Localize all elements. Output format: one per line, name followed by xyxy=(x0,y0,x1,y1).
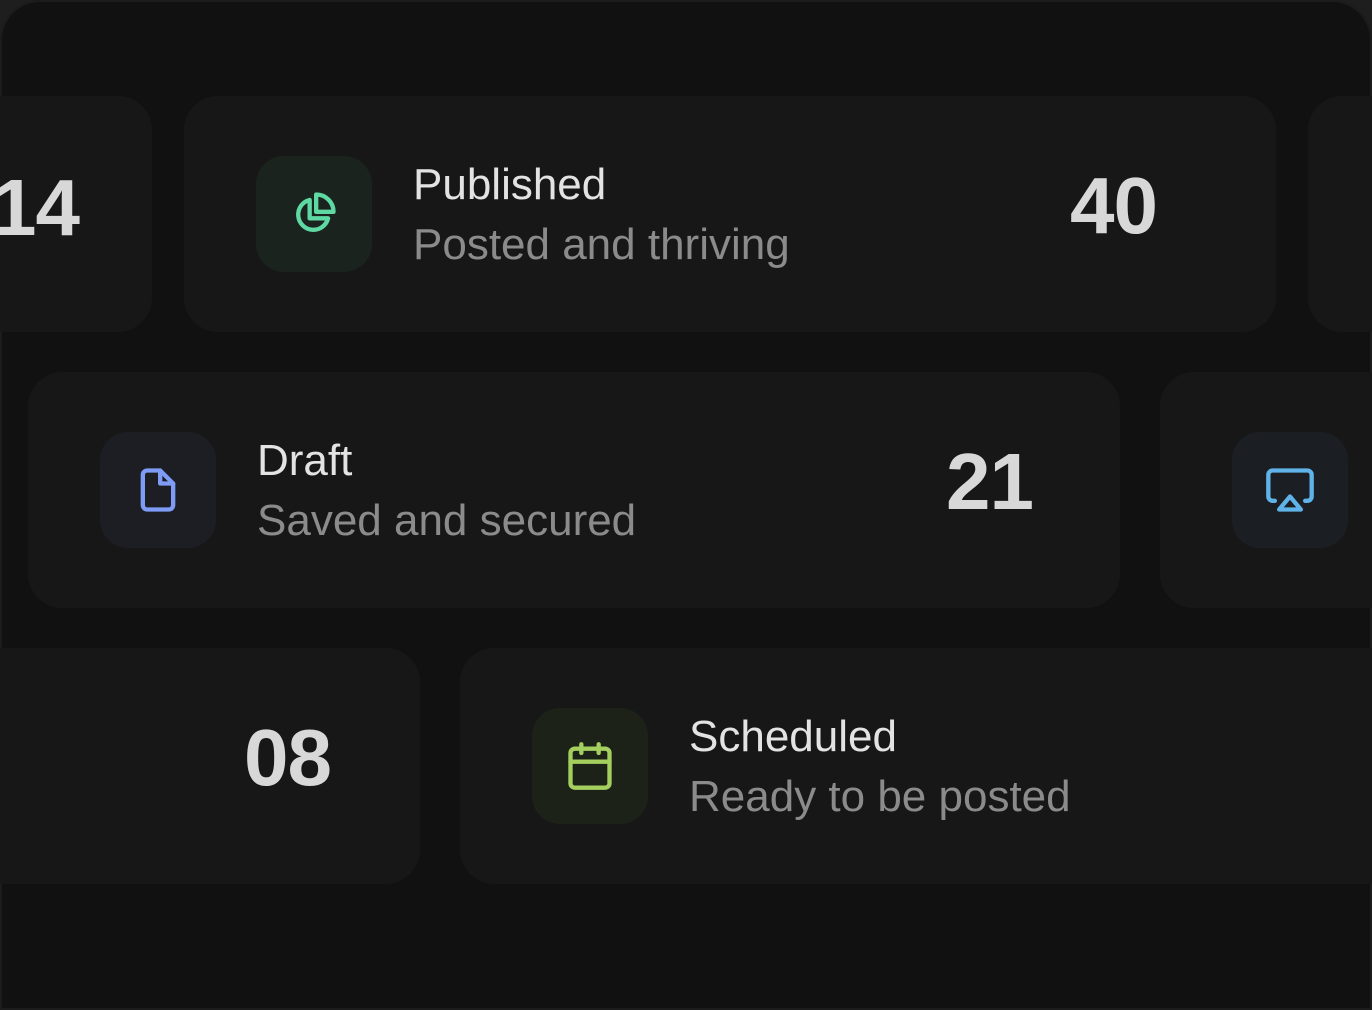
app-frame: 14 Published Posted and thriving 40 Draf… xyxy=(0,0,1372,1010)
status-title: Draft xyxy=(257,436,353,485)
status-card-scheduled[interactable]: Scheduled Ready to be posted xyxy=(460,648,1372,884)
status-card-partial-right[interactable] xyxy=(1308,96,1372,332)
status-count: 08 xyxy=(244,713,332,802)
status-count: 21 xyxy=(946,437,1034,526)
draft-icon-box xyxy=(100,432,216,548)
calendar-icon xyxy=(568,742,612,790)
airplay-icon-box xyxy=(1232,432,1348,548)
status-subtitle: Posted and thriving xyxy=(413,220,790,269)
status-card-published[interactable]: Published Posted and thriving 40 xyxy=(184,96,1276,332)
status-title: Scheduled xyxy=(689,712,897,761)
status-card-partial-left[interactable]: 08 xyxy=(0,648,420,884)
status-subtitle: Ready to be posted xyxy=(689,772,1071,821)
scheduled-icon-box xyxy=(532,708,648,824)
status-title: Published xyxy=(413,160,607,209)
file-icon xyxy=(140,468,176,512)
published-icon-box xyxy=(256,156,372,272)
status-card-draft[interactable]: Draft Saved and secured 21 xyxy=(28,372,1120,608)
status-count: 14 xyxy=(0,163,80,252)
status-count: 40 xyxy=(1070,161,1158,250)
status-subtitle: Saved and secured xyxy=(257,496,637,545)
status-card-partial-left[interactable]: 14 xyxy=(0,96,152,332)
airplay-icon xyxy=(1266,468,1314,512)
status-card-partial-right[interactable] xyxy=(1160,372,1372,608)
pie-chart-icon xyxy=(296,192,336,232)
